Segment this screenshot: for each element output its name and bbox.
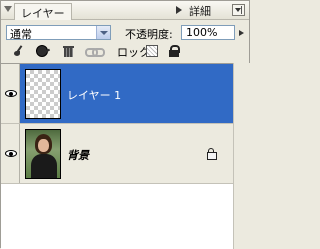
blend-mode-select[interactable]: 通常 <box>6 25 111 41</box>
lock-all-icon[interactable] <box>168 45 180 57</box>
layer-row[interactable]: レイヤー 1 <box>1 64 233 124</box>
chevron-down-icon[interactable] <box>96 26 110 39</box>
panel-menu-icon[interactable] <box>232 4 245 16</box>
visibility-toggle[interactable] <box>1 64 20 123</box>
trash-icon[interactable] <box>63 45 75 57</box>
tab-layers[interactable]: レイヤー <box>14 3 72 20</box>
photo-face <box>38 139 49 152</box>
opacity-slider-arrow-icon[interactable] <box>239 30 244 36</box>
opacity-value: 100% <box>186 26 218 39</box>
details-toggle[interactable]: 詳細 <box>189 3 211 19</box>
layer-name[interactable]: レイヤー 1 <box>67 87 121 103</box>
lock-icon <box>206 148 217 160</box>
layer-thumbnail <box>25 129 61 179</box>
collapse-arrow-icon[interactable] <box>4 6 12 12</box>
layer-thumbnail <box>25 69 61 119</box>
layer-row[interactable]: 背景 <box>1 124 233 184</box>
panel-titlebar: レイヤー 詳細 <box>1 1 249 20</box>
layer-name[interactable]: 背景 <box>67 147 89 163</box>
lock-transparency-icon[interactable] <box>146 45 158 57</box>
eye-icon <box>5 90 17 97</box>
eye-icon <box>5 150 17 157</box>
scrollbar[interactable] <box>233 63 251 249</box>
visibility-toggle[interactable] <box>1 124 20 183</box>
link-icon[interactable] <box>85 45 105 57</box>
adjustment-layer-icon[interactable] <box>36 45 48 57</box>
brush-icon[interactable] <box>13 45 25 57</box>
blend-mode-value: 通常 <box>10 28 32 41</box>
layer-list: レイヤー 1 背景 <box>1 63 233 249</box>
layers-panel: レイヤー 詳細 通常 不透明度: 100% ロック: レイヤー 1 背景 <box>0 0 251 249</box>
details-arrow-icon[interactable] <box>176 6 182 14</box>
opacity-label: 不透明度: <box>125 28 173 41</box>
photo-body <box>31 154 57 178</box>
opacity-field[interactable]: 100% <box>181 25 235 40</box>
